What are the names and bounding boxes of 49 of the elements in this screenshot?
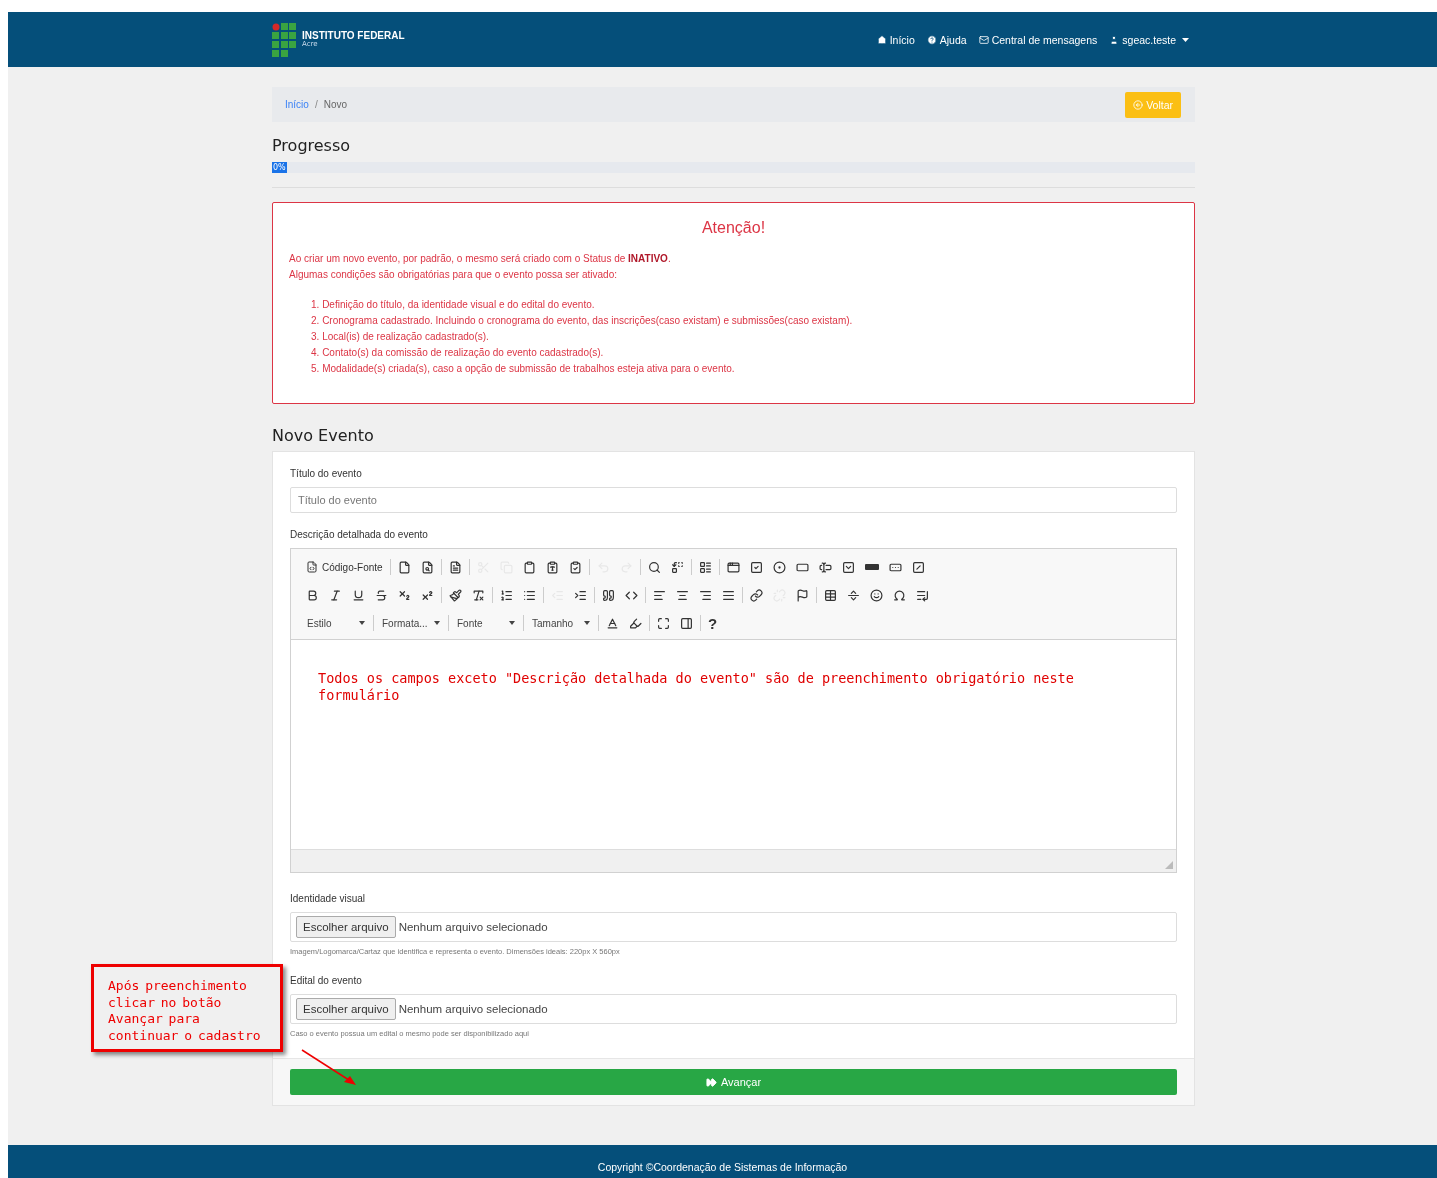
caret-icon: [359, 621, 365, 625]
progress-title: Progresso: [272, 136, 352, 155]
alert-text: Algumas condições são obrigatórias para que o evento possa ser ativado:: [289, 268, 618, 282]
toolbar-dropdown[interactable]: Formata...: [376, 612, 446, 634]
file-status: Nenhum arquivo selecionado: [398, 921, 548, 933]
user-icon: [1109, 34, 1120, 45]
condition-item: 1. Definição do título, da identidade visual e do edital do evento.: [311, 298, 596, 312]
file-input[interactable]: Escolher arquivo Nenhum arquivo selecionado: [290, 994, 1177, 1024]
mail-icon: [978, 34, 989, 45]
toolbar-dropdown[interactable]: Tamanho: [526, 612, 596, 634]
breadcrumb-separator: /: [314, 99, 318, 110]
alert-text: Ao criar um novo evento, por padrão, o mesmo será criado com o Status de INATIVO.: [289, 252, 672, 266]
condition-item: 5. Modalidade(s) criada(s), caso a opção de submissão de trabalhos esteja ativa para o evento.: [311, 362, 736, 376]
nav-link[interactable]: sgeac.teste: [1109, 33, 1189, 46]
institute-logo: [272, 22, 298, 57]
file-input[interactable]: Escolher arquivo Nenhum arquivo selecionado: [290, 912, 1177, 942]
choose-file-button[interactable]: Escolher arquivo: [296, 998, 396, 1020]
file-status: Nenhum arquivo selecionado: [398, 1003, 548, 1015]
copyright-text: Copyright ©Coordenação de Sistemas de Informação: [597, 1160, 848, 1173]
choose-file-button[interactable]: Escolher arquivo: [296, 916, 396, 938]
breadcrumb-current: Novo: [323, 99, 348, 110]
caret-icon: [509, 621, 515, 625]
resize-handle-icon[interactable]: [1165, 861, 1173, 869]
field-label: Descrição detalhada do evento: [290, 529, 429, 540]
nav-link[interactable]: Início: [876, 33, 915, 46]
field-label: Título do evento: [290, 468, 363, 479]
caret-icon: [434, 621, 440, 625]
nav-link[interactable]: Central de mensagens: [978, 33, 1098, 46]
brand-name: INSTITUTO FEDERAL: [302, 31, 405, 41]
alert-title: Atenção!: [700, 219, 767, 237]
toolbar-dropdown[interactable]: Estilo: [301, 612, 371, 634]
form-title: Novo Evento: [272, 426, 375, 445]
caret-icon: [584, 621, 590, 625]
title-input[interactable]: Título do evento: [290, 487, 1177, 513]
source-code-button[interactable]: Código-Fonte: [301, 556, 388, 578]
condition-item: 2. Cronograma cadastrado. Incluindo o cronograma do evento, das inscrições(caso existam) e submissões(caso existam).: [311, 314, 854, 328]
caret-icon: [1182, 37, 1189, 42]
condition-item: 4. Contato(s) da comissão de realização do evento cadastrado(s).: [311, 346, 605, 360]
toolbar-dropdown[interactable]: Fonte: [451, 612, 521, 634]
field-label: Edital do evento: [290, 975, 363, 986]
fast-forward-icon: [705, 1076, 717, 1088]
annotation-callout: Após preenchimento clicar no botão Avançar para continuar o cadastro: [91, 964, 283, 1052]
condition-item: 3. Local(is) de realização cadastrado(s).: [311, 330, 490, 344]
help-icon: [926, 34, 937, 45]
help-button[interactable]: ?: [703, 612, 723, 634]
field-label: Identidade visual: [290, 893, 367, 904]
home-icon: [876, 34, 887, 45]
nav-link[interactable]: Ajuda: [926, 33, 967, 46]
progress-label: 0%: [272, 162, 287, 173]
